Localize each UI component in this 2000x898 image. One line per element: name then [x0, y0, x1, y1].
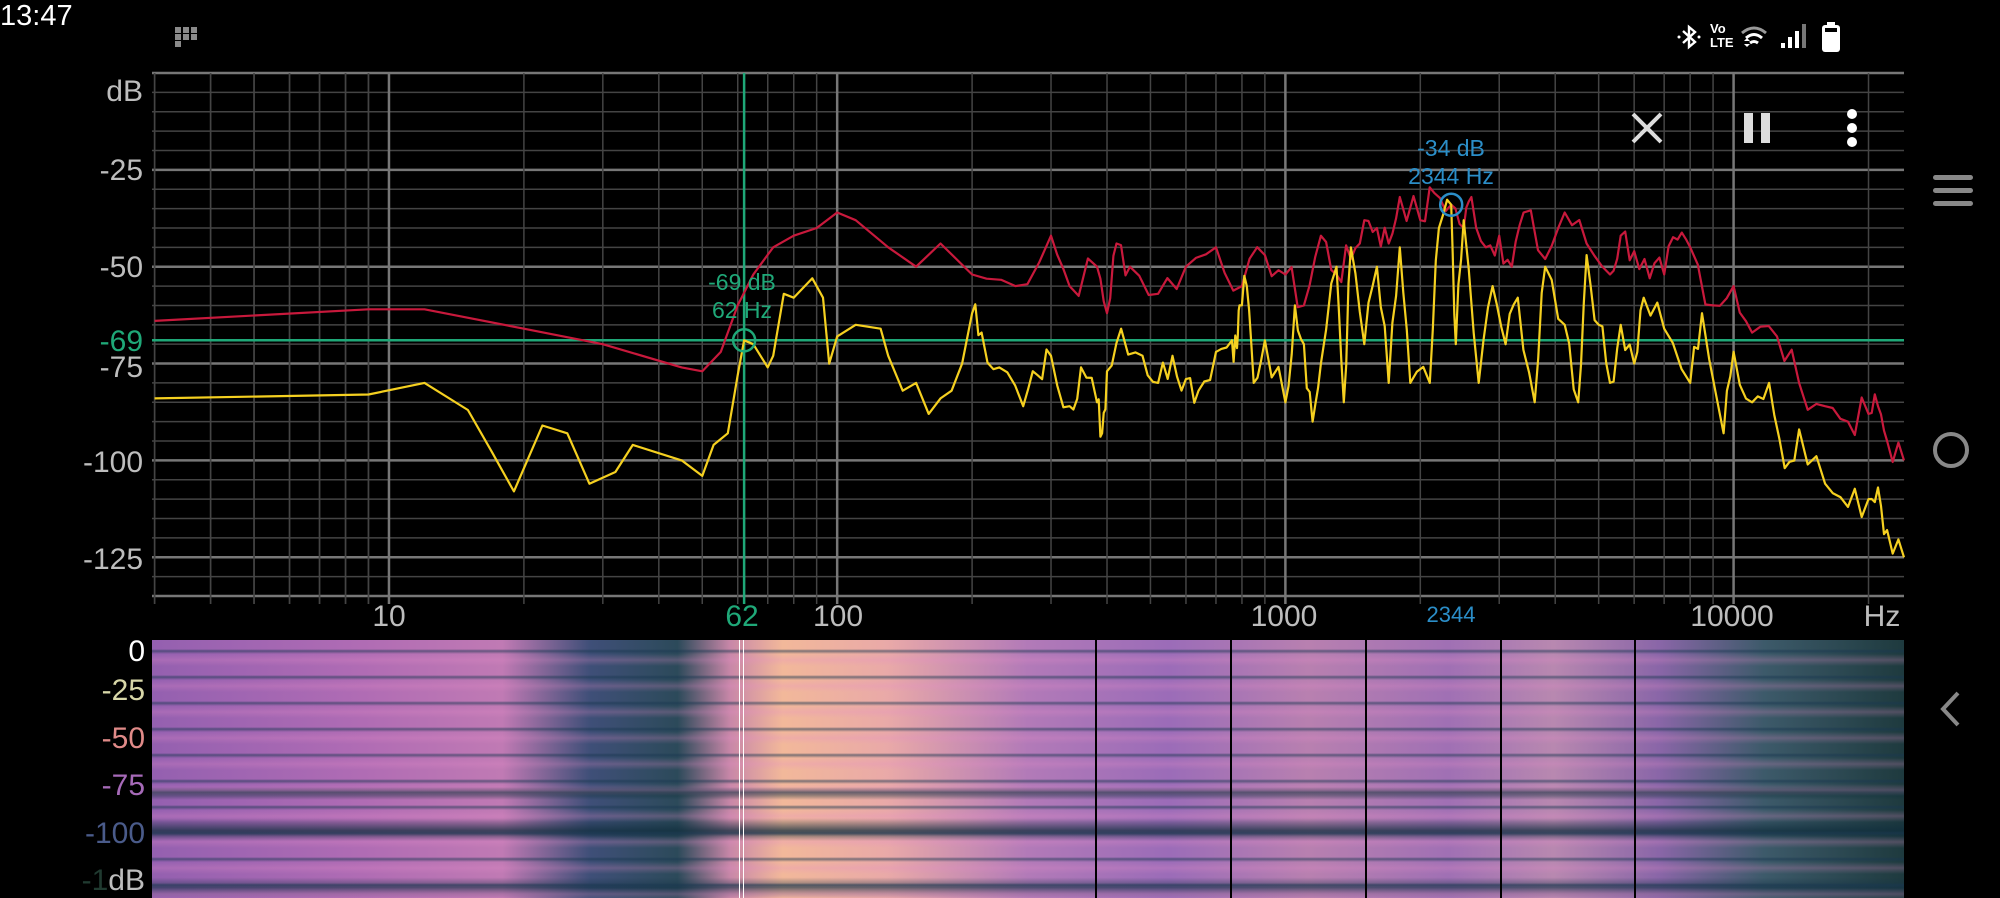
spectrogram-divider	[1500, 640, 1502, 898]
spectrogram-scale-label: -75	[102, 769, 145, 803]
spectrogram-divider	[1365, 640, 1367, 898]
cursor-db-text: -69 dB	[708, 269, 776, 295]
spectrogram-divider	[1634, 640, 1636, 898]
recents-icon[interactable]	[1932, 174, 1974, 208]
x-tick-label: 10	[372, 600, 406, 633]
x-tick-label: 1000	[1250, 600, 1318, 633]
y-unit-label: dB	[106, 75, 143, 108]
spectrogram-scale-label: 0	[128, 635, 145, 669]
spectrogram-cursor-line[interactable]	[739, 640, 744, 898]
peak-hz-text: 2344 Hz	[1408, 163, 1494, 189]
spectrogram-divider	[1095, 640, 1097, 898]
spectrogram-divider	[1230, 640, 1232, 898]
grid	[152, 71, 1904, 604]
cursor-readout: -69 dB 62 Hz	[708, 268, 776, 324]
scale-label-50: -50	[101, 722, 145, 755]
spectrum-plot[interactable]	[0, 0, 2000, 640]
cursor-freq-axis-label: 62	[725, 600, 759, 633]
y-tick-label: -25	[99, 154, 143, 187]
scale-unit: dB	[108, 864, 145, 897]
home-icon[interactable]	[1931, 430, 1971, 470]
spectrogram[interactable]	[152, 640, 1904, 898]
cursor-hz-text: 62 Hz	[711, 297, 773, 323]
close-icon[interactable]	[1630, 111, 1664, 145]
back-icon[interactable]	[1938, 690, 1964, 728]
scale-label-75: -75	[101, 769, 145, 802]
scale-label-100: -100	[84, 817, 145, 850]
y-tick-label: -125	[82, 543, 143, 576]
y-tick-label: -100	[82, 446, 143, 479]
scale-label-faded: -1	[81, 864, 109, 897]
spectrogram-scale-label: -100	[85, 817, 145, 851]
peak-freq-axis-label: 2344	[1426, 602, 1476, 627]
x-unit-label: Hz	[1863, 600, 1901, 633]
cursor-lines	[152, 73, 1904, 604]
more-vert-icon[interactable]	[1843, 108, 1861, 148]
peak-db-text: -34 dB	[1417, 135, 1485, 161]
pause-icon[interactable]	[1742, 111, 1772, 145]
y-tick-label: -50	[99, 251, 143, 284]
x-tick-label: 10000	[1690, 600, 1774, 633]
current-line	[154, 198, 1906, 558]
series-layer	[154, 186, 1906, 558]
spectrogram-scale-label: -50	[102, 722, 145, 756]
spectrogram-scale-label: -25	[102, 674, 145, 708]
spectrogram-unit-label: -1dB	[82, 864, 145, 898]
y-tick-label: -75	[99, 351, 143, 384]
scale-label-0: 0	[128, 635, 145, 668]
peak-readout: -34 dB 2344 Hz	[1408, 134, 1494, 190]
scale-label-25: -25	[101, 674, 145, 707]
x-tick-label: 100	[812, 600, 864, 633]
